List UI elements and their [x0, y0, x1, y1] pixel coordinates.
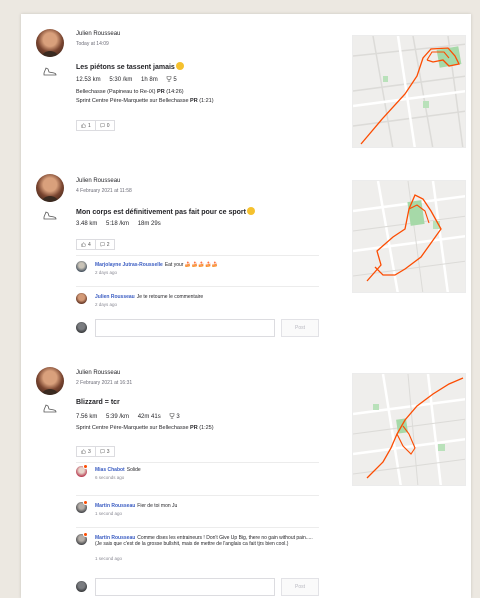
stat-distance: 12.53 km: [76, 77, 101, 83]
thumbs-up-icon: [81, 123, 86, 128]
route-map-graphic: [353, 374, 465, 485]
kudos-comment-bar: 1 0: [76, 120, 115, 131]
athlete-avatar[interactable]: [36, 174, 64, 202]
comment-icon: [100, 449, 105, 454]
commenter-avatar[interactable]: [76, 464, 88, 477]
commenter-avatar[interactable]: [76, 261, 87, 272]
stat-achievements: 5: [173, 77, 177, 83]
kudos-button[interactable]: 1: [76, 120, 96, 131]
comment-time: 1 second ago: [95, 556, 123, 561]
activity-stats: 3.48 km 5:18 /km 18m 29s: [76, 221, 168, 227]
comment-divider: [76, 495, 319, 496]
comment-divider: [76, 255, 319, 256]
activity-date: 2 February 2021 at 16:31: [76, 380, 133, 386]
athlete-name[interactable]: Julien Rousseau: [76, 178, 120, 184]
athlete-name[interactable]: Julien Rousseau: [76, 31, 120, 37]
stat-time: 1h 8m: [141, 77, 158, 83]
grinning-face-emoji: [246, 207, 255, 215]
kudos-button[interactable]: 4: [76, 239, 96, 250]
run-shoe-icon: [43, 404, 57, 413]
stat-pace: 5:30 /km: [109, 77, 133, 83]
activity-title[interactable]: Les piétons se tassent jamais: [76, 62, 184, 71]
comment-time: 2 days ago: [95, 302, 118, 307]
kudos-comment-bar: 4 2: [76, 239, 115, 250]
stat-pace: 5:18 /km: [106, 221, 130, 227]
comment-divider: [76, 527, 319, 528]
kudos-button[interactable]: 3: [76, 446, 96, 457]
current-user-avatar: [76, 322, 87, 333]
comment-divider: [76, 286, 319, 287]
activity-date: Today at 14:09: [76, 41, 109, 47]
comment-author-link[interactable]: Marjolayne Jutras-Rousselle: [95, 262, 163, 268]
comment-text: Mias Chabot Solide: [95, 467, 141, 473]
athlete-name[interactable]: Julien Rousseau: [76, 370, 120, 376]
comment-input[interactable]: [95, 319, 275, 337]
comment-input[interactable]: [95, 578, 275, 596]
comment-text: Martin Rousseau Fier de toi mon Ju: [95, 503, 178, 509]
segment-effort[interactable]: Sprint Centre Père-Marquette sur Bellech…: [76, 98, 214, 104]
comment-divider: [76, 462, 319, 463]
comment-time: 6 seconds ago: [95, 475, 125, 480]
grinning-face-emoji: [175, 62, 184, 70]
stat-distance: 3.48 km: [76, 221, 98, 227]
run-shoe-icon: [43, 211, 57, 220]
comment-icon: [100, 242, 105, 247]
comment-icon: [100, 123, 105, 128]
run-shoe-icon: [43, 67, 57, 76]
stat-time: 18m 29s: [137, 221, 161, 227]
activity-title[interactable]: Blizzard = tcr: [76, 399, 120, 406]
comment-time: 2 days ago: [95, 270, 118, 275]
comment-author-link[interactable]: Martin Rousseau: [95, 503, 135, 509]
comment-compose: Post: [76, 578, 319, 596]
thumbs-up-icon: [81, 449, 86, 454]
comment-author-link[interactable]: Martin Rousseau: [95, 535, 135, 541]
comment-compose: Post: [76, 319, 319, 337]
stat-pace: 5:39 /km: [106, 414, 130, 420]
subscriber-badge: [83, 464, 88, 469]
current-user-avatar: [76, 581, 87, 592]
route-map-graphic: [353, 181, 465, 292]
route-map-graphic: [353, 36, 465, 147]
route-map[interactable]: [352, 180, 466, 293]
cake-emoji: 🍰🍰🍰🍰🍰: [184, 262, 219, 268]
segment-effort[interactable]: Sprint Centre Père-Marquette sur Bellech…: [76, 425, 214, 431]
post-comment-button[interactable]: Post: [281, 319, 319, 337]
thumbs-up-icon: [81, 242, 86, 247]
trophy-icon: [167, 76, 172, 82]
stat-distance: 7.56 km: [76, 414, 98, 420]
comment-author-link[interactable]: Julien Rousseau: [95, 294, 135, 300]
segment-effort[interactable]: Bellechasse (Papineau to Re-iX) PR (14:2…: [76, 89, 184, 95]
activity-feed: Julien Rousseau Today at 14:09 Les piéto…: [21, 14, 471, 598]
kudos-comment-bar: 3 3: [76, 446, 115, 457]
commenter-avatar[interactable]: [76, 293, 87, 304]
comment-text: Julien Rousseau Je te retourne le comment…: [95, 294, 204, 300]
comment-text: Martin Rousseau Comme dises les entraineu…: [95, 535, 313, 548]
comment-time: 1 second ago: [95, 511, 123, 516]
comment-text: Marjolayne Jutras-Rousselle Eat your 🍰🍰🍰🍰…: [95, 262, 219, 268]
athlete-avatar[interactable]: [36, 367, 64, 395]
activity-title[interactable]: Mon corps est définitivement pas fait po…: [76, 207, 255, 216]
subscriber-badge: [83, 500, 88, 505]
stat-achievements: 3: [176, 414, 180, 420]
commenter-avatar[interactable]: [76, 500, 88, 513]
activity-stats: 7.56 km 5:39 /km 42m 41s 3: [76, 413, 187, 420]
commenter-avatar[interactable]: [76, 532, 88, 545]
activity-stats: 12.53 km 5:30 /km 1h 8m 5: [76, 76, 184, 83]
athlete-avatar[interactable]: [36, 29, 64, 57]
trophy-icon: [170, 413, 175, 419]
stat-time: 42m 41s: [137, 414, 161, 420]
route-map[interactable]: [352, 35, 466, 148]
comment-button[interactable]: 3: [95, 446, 115, 457]
route-map[interactable]: [352, 373, 466, 486]
comment-button[interactable]: 0: [95, 120, 115, 131]
subscriber-badge: [83, 532, 88, 537]
comment-button[interactable]: 2: [95, 239, 115, 250]
comment-author-link[interactable]: Mias Chabot: [95, 467, 125, 473]
activity-date: 4 February 2021 at 11:58: [76, 188, 132, 194]
post-comment-button[interactable]: Post: [281, 578, 319, 596]
